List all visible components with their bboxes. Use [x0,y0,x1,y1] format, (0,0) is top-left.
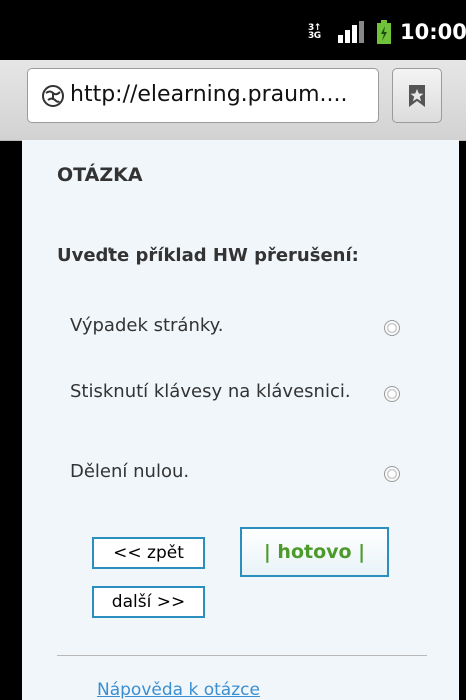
quiz-page: OTÁZKA Uveďte příklad HW přerušení: Výpa… [22,140,459,700]
globe-icon [42,85,64,107]
bookmark-star-icon [409,85,425,107]
page-title: OTÁZKA [57,164,143,186]
done-button[interactable]: | hotovo | [240,527,389,577]
option-label: Dělení nulou. [70,461,190,482]
question-text: Uveďte příklad HW přerušení: [57,245,359,266]
option-radio[interactable] [384,386,400,402]
url-field[interactable]: http://elearning.praum.... [27,68,379,123]
option-radio[interactable] [384,320,400,336]
option-radio[interactable] [384,466,400,482]
divider [57,655,427,656]
phone-screen: 3↑ 3G 10:00 http://elearning.praum.... O… [0,0,466,700]
clock: 10:00 [400,20,466,44]
back-button[interactable]: << zpět [92,537,205,569]
option-label: Výpadek stránky. [70,315,224,336]
next-button[interactable]: další >> [92,586,205,618]
bookmark-button[interactable] [392,68,442,123]
signal-strength-icon [338,21,368,43]
network-type-icon: 3↑ 3G [308,23,321,41]
status-bar: 3↑ 3G 10:00 [0,0,466,60]
battery-icon [377,20,391,44]
option-label: Stisknutí klávesy na klávesnici. [70,381,351,402]
browser-toolbar: http://elearning.praum.... [0,60,466,141]
help-link[interactable]: Nápověda k otázce [97,680,260,700]
url-text: http://elearning.praum.... [70,82,348,107]
